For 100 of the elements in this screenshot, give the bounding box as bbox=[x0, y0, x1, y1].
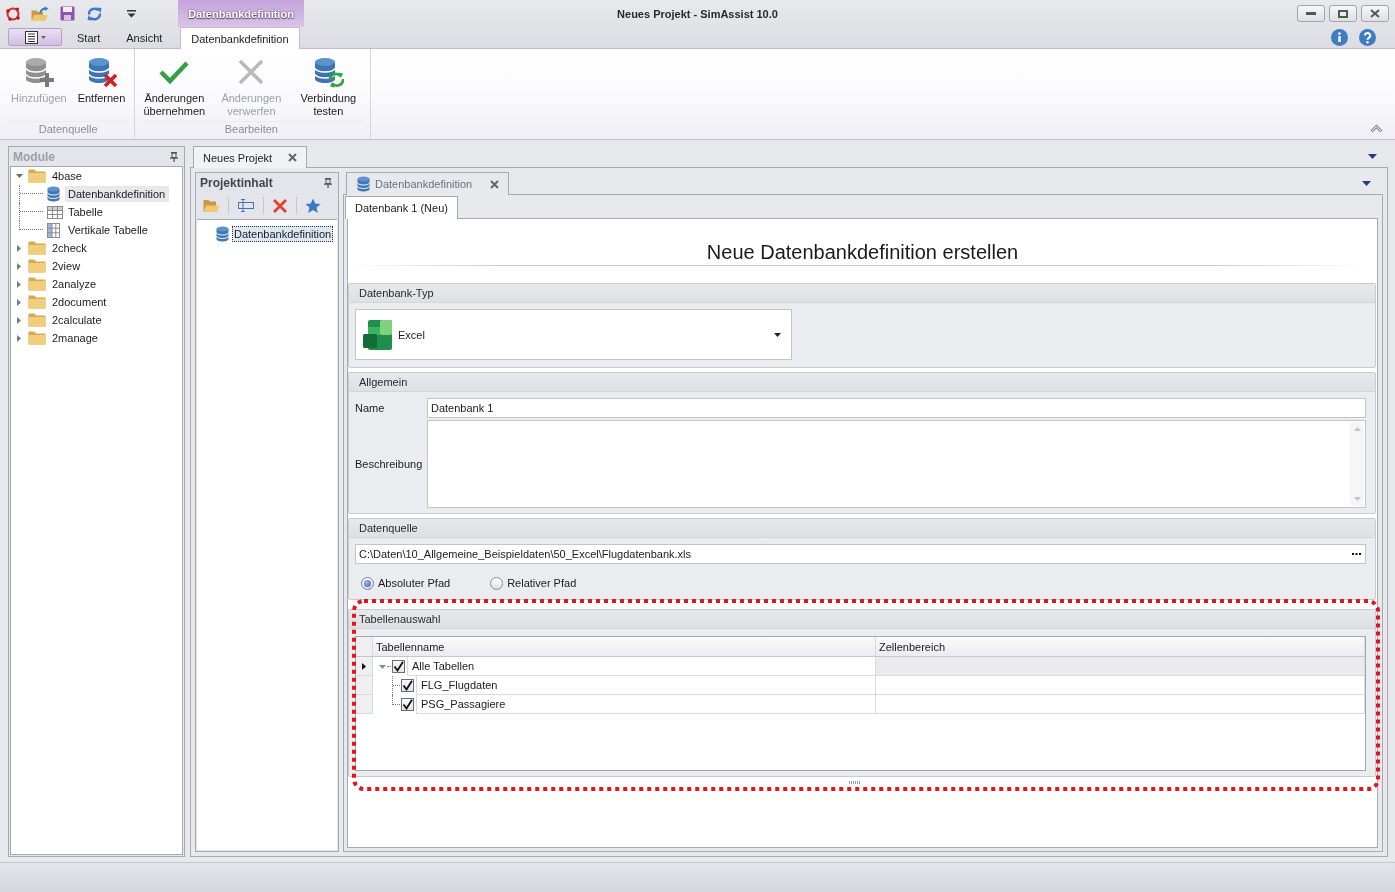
editor-tab[interactable]: Datenbankdefinition bbox=[346, 172, 510, 195]
radio-button[interactable] bbox=[361, 576, 374, 590]
table-name: PSG_Passagiere bbox=[416, 695, 875, 714]
database-icon bbox=[216, 226, 229, 242]
caret-icon bbox=[40, 35, 46, 39]
column-header[interactable]: Zellenbereich bbox=[876, 637, 1365, 656]
folder-icon bbox=[28, 295, 46, 309]
row-header-cell[interactable] bbox=[356, 676, 373, 695]
field-label: Name bbox=[355, 402, 386, 414]
collapse-arrow-icon[interactable] bbox=[15, 174, 23, 178]
rename-icon[interactable] bbox=[237, 199, 255, 212]
database-icon bbox=[47, 186, 60, 202]
section-title: Datenquelle bbox=[349, 519, 1375, 538]
column-header[interactable]: Tabellenname bbox=[373, 637, 876, 656]
pin-icon[interactable] bbox=[324, 177, 332, 188]
checkbox[interactable] bbox=[401, 698, 414, 711]
checkbox[interactable] bbox=[401, 679, 414, 692]
radio-label[interactable]: Absoluter Pfad bbox=[378, 577, 451, 589]
tree-item[interactable]: 2document bbox=[49, 295, 110, 309]
checkbox[interactable] bbox=[392, 660, 405, 673]
table-icon bbox=[47, 205, 63, 219]
vertical-table-icon bbox=[47, 222, 60, 238]
help-icon[interactable] bbox=[1359, 29, 1376, 46]
star-icon[interactable] bbox=[305, 197, 321, 214]
tree-item[interactable]: 4base bbox=[49, 169, 85, 183]
ribbon-tab[interactable]: Datenbankdefinition bbox=[180, 27, 300, 49]
description-field[interactable] bbox=[427, 420, 1366, 508]
table-name: FLG_Flugdaten bbox=[416, 676, 875, 695]
expand-arrow-icon[interactable] bbox=[17, 244, 21, 252]
tree-item[interactable]: Datenbankdefinition bbox=[232, 226, 334, 242]
tree-item[interactable]: 2analyze bbox=[49, 277, 100, 291]
ribbon-group-label: Datenquelle bbox=[9, 121, 128, 138]
ribbon-button[interactable]: Entfernen bbox=[73, 53, 130, 108]
delete-icon[interactable] bbox=[272, 197, 288, 214]
minimize-icon bbox=[1306, 12, 1316, 15]
document-tab[interactable]: Neues Projekt bbox=[193, 146, 308, 168]
database-type-dropdown[interactable]: Excel bbox=[355, 309, 792, 360]
database-icon bbox=[357, 176, 370, 192]
spreadsheet-icon bbox=[363, 318, 392, 351]
expand-arrow-icon[interactable] bbox=[17, 298, 21, 306]
folder-icon bbox=[28, 313, 46, 327]
folder-icon bbox=[28, 241, 46, 255]
tree-item[interactable]: 2calculate bbox=[49, 313, 105, 327]
tree-item[interactable]: Vertikale Tabelle bbox=[65, 222, 152, 238]
row-header-cell[interactable] bbox=[356, 695, 373, 714]
ribbon-tab[interactable]: Ansicht bbox=[115, 27, 174, 48]
page-heading: Neue Datenbankdefinition erstellen bbox=[705, 240, 1020, 265]
app-logo-icon[interactable] bbox=[5, 5, 21, 22]
window-title: Neues Projekt - SimAssist 10.0 bbox=[617, 7, 778, 20]
ribbon-tab[interactable]: Start bbox=[66, 27, 112, 48]
dropdown-arrow-icon[interactable] bbox=[1362, 180, 1371, 186]
field-label: Beschreibung bbox=[355, 458, 424, 470]
dropdown-arrow-icon[interactable] bbox=[1368, 154, 1377, 159]
header-corner-cell bbox=[356, 637, 373, 656]
expand-arrow-icon[interactable] bbox=[17, 334, 21, 342]
name-field[interactable]: Datenbank 1 bbox=[427, 398, 1366, 418]
document-list-icon bbox=[24, 30, 38, 44]
page-tab[interactable]: Datenbank 1 (Neu) bbox=[345, 196, 458, 219]
close-icon[interactable] bbox=[288, 153, 298, 162]
app-menu-button[interactable] bbox=[8, 28, 62, 46]
grip-icon[interactable] bbox=[848, 781, 861, 784]
customize-caret-icon[interactable] bbox=[127, 9, 136, 18]
open-folder-icon[interactable] bbox=[31, 5, 49, 22]
close-icon bbox=[1370, 9, 1380, 18]
row-header-cell[interactable] bbox=[356, 657, 373, 676]
refresh-icon[interactable] bbox=[86, 5, 103, 22]
minimize-button[interactable] bbox=[1297, 5, 1325, 22]
radio-button[interactable] bbox=[490, 576, 504, 590]
ribbon-button[interactable]: Änderungen übernehmen bbox=[137, 53, 212, 121]
ribbon-group-label: Bearbeiten bbox=[139, 121, 364, 138]
section-title: Datenbank-Typ bbox=[349, 284, 1375, 303]
close-button[interactable] bbox=[1361, 5, 1389, 22]
collapse-arrow-icon[interactable] bbox=[378, 664, 386, 669]
tree-item[interactable]: 2manage bbox=[49, 331, 101, 345]
expand-arrow-icon[interactable] bbox=[17, 262, 21, 270]
info-icon[interactable] bbox=[1331, 29, 1348, 46]
panel-title: Projektinhalt bbox=[200, 175, 273, 190]
table-name: Alle Tabellen bbox=[407, 657, 875, 676]
section-title: Allgemein bbox=[349, 373, 1375, 392]
path-field[interactable]: C:\Daten\10_Allgemeine_Beispieldaten\50_Excel\Flugdatenbank.xls bbox=[355, 544, 1366, 564]
expand-arrow-icon[interactable] bbox=[17, 316, 21, 324]
expand-arrow-icon[interactable] bbox=[17, 280, 21, 288]
section-title: Tabellenauswahl bbox=[349, 610, 1375, 629]
close-icon[interactable] bbox=[490, 179, 500, 189]
contextual-tab-label: Datenbankdefinition bbox=[178, 0, 304, 27]
dropdown-arrow-icon bbox=[774, 332, 781, 337]
pin-icon[interactable] bbox=[170, 151, 178, 162]
folder-icon bbox=[28, 331, 46, 345]
tree-item[interactable]: Datenbankdefinition bbox=[65, 186, 170, 202]
radio-label[interactable]: Relativer Pfad bbox=[507, 577, 577, 589]
tree-item[interactable]: Tabelle bbox=[65, 204, 107, 220]
collapse-ribbon-icon[interactable] bbox=[1370, 124, 1383, 133]
tree-item[interactable]: 2view bbox=[49, 259, 84, 273]
maximize-icon bbox=[1338, 9, 1348, 18]
ribbon-button[interactable]: Verbindung testen bbox=[291, 53, 366, 121]
folder-icon bbox=[28, 259, 46, 273]
maximize-button[interactable] bbox=[1329, 5, 1357, 22]
tree-item[interactable]: 2check bbox=[49, 241, 90, 255]
panel-title: Module bbox=[13, 149, 55, 164]
save-icon[interactable] bbox=[60, 6, 75, 21]
